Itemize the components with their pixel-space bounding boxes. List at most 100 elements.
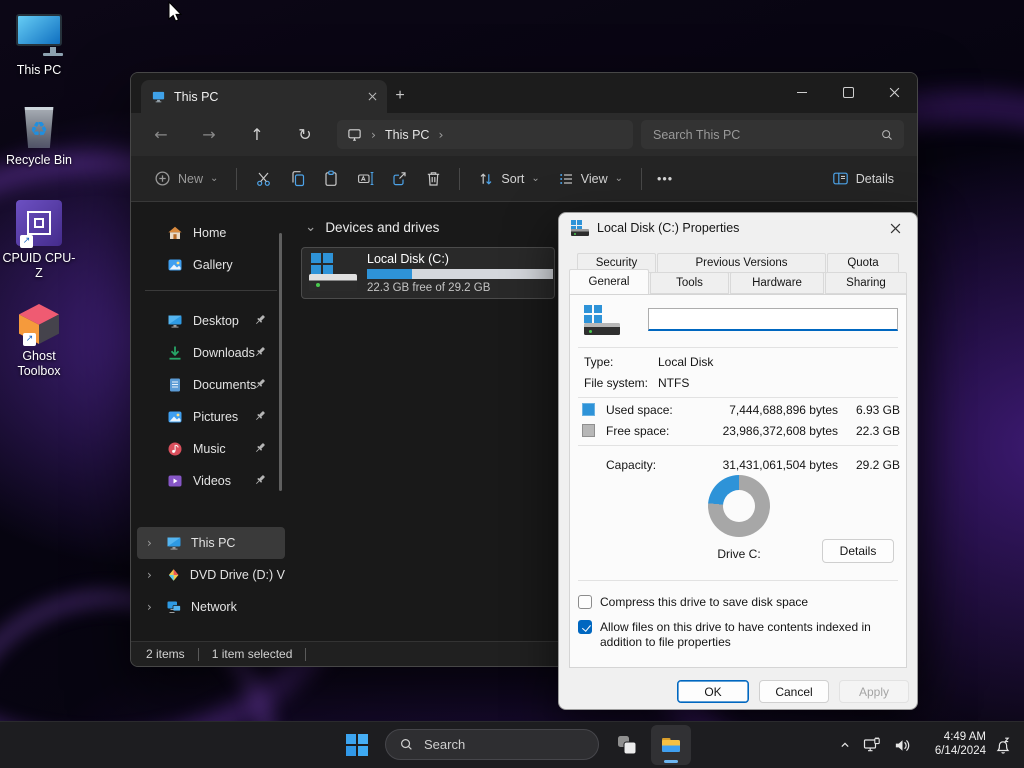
sidebar-item-pictures[interactable]: Pictures xyxy=(131,401,291,433)
dialog-close-button[interactable] xyxy=(873,213,917,243)
explorer-sidebar: Home Gallery Desktop xyxy=(131,203,291,642)
refresh-button[interactable]: ↻ xyxy=(289,119,321,149)
dialog-titlebar[interactable]: Local Disk (C:) Properties xyxy=(559,213,917,243)
home-icon xyxy=(167,225,183,241)
chevron-right-icon: › xyxy=(438,127,443,142)
copy-button[interactable] xyxy=(280,162,314,196)
sidebar-item-network[interactable]: › Network xyxy=(137,591,285,623)
properties-dialog: Local Disk (C:) Properties Security Prev… xyxy=(558,212,918,710)
sidebar-item-desktop[interactable]: Desktop xyxy=(131,305,291,337)
filesystem-label: File system: xyxy=(584,376,648,390)
details-pane-button[interactable]: Details xyxy=(823,162,903,196)
tab-sharing[interactable]: Sharing xyxy=(825,272,907,294)
local-disk-c-item[interactable]: Local Disk (C:) 22.3 GB free of 29.2 GB xyxy=(301,247,555,299)
separator xyxy=(578,580,898,581)
desktop-icon-this-pc[interactable]: This PC xyxy=(0,8,78,78)
tab-tools[interactable]: Tools xyxy=(650,272,729,294)
sidebar-item-home[interactable]: Home xyxy=(131,217,291,249)
notification-bell-button[interactable] xyxy=(988,730,1018,760)
chevron-right-icon[interactable]: › xyxy=(147,600,157,614)
explorer-titlebar[interactable]: This PC + xyxy=(131,73,917,113)
checkbox-unchecked[interactable] xyxy=(578,595,592,609)
section-header-devices[interactable]: ⌄ Devices and drives xyxy=(305,219,557,235)
sidebar-item-documents[interactable]: Documents xyxy=(131,369,291,401)
plus-circle-icon xyxy=(154,170,171,187)
tab-quota[interactable]: Quota xyxy=(827,253,899,273)
tab-close-icon[interactable] xyxy=(368,92,377,101)
drive-usage-bar xyxy=(367,269,553,279)
chevron-down-icon[interactable]: ⌄ xyxy=(305,219,316,235)
minimize-icon xyxy=(797,92,807,93)
paste-icon xyxy=(323,170,340,187)
capacity-size: 29.2 GB xyxy=(842,458,900,472)
desktop: This PC ♻ Recycle Bin ↗ CPUID CPU-Z ↗ Gh… xyxy=(0,0,1024,768)
volume-tray-button[interactable] xyxy=(888,730,916,760)
share-button[interactable] xyxy=(382,162,416,196)
task-view-button[interactable] xyxy=(607,725,647,765)
sidebar-label: This PC xyxy=(191,536,235,550)
sidebar-item-gallery[interactable]: Gallery xyxy=(131,249,291,281)
desktop-icon-cpuz[interactable]: ↗ CPUID CPU-Z xyxy=(0,196,78,281)
desktop-icon-ghost-toolbox[interactable]: ↗ Ghost Toolbox xyxy=(0,294,78,379)
tab-hardware[interactable]: Hardware xyxy=(730,272,824,294)
taskbar-search[interactable]: Search xyxy=(385,729,599,760)
chevron-down-icon: ⌄ xyxy=(615,173,623,184)
details-button[interactable]: Details xyxy=(822,539,894,563)
sidebar-item-dvd-drive[interactable]: › DVD Drive (D:) V xyxy=(137,559,285,591)
sidebar-scrollbar[interactable] xyxy=(279,233,282,491)
apply-button[interactable]: Apply xyxy=(839,680,909,703)
compress-checkbox-row[interactable]: Compress this drive to save disk space xyxy=(578,595,808,610)
up-button[interactable]: ↑ xyxy=(241,119,273,149)
taskbar-clock[interactable]: 4:49 AM 6/14/2024 xyxy=(916,730,986,760)
minimize-button[interactable] xyxy=(779,73,825,111)
this-pc-icon xyxy=(0,8,78,58)
selected-count: 1 item selected xyxy=(212,647,293,661)
section-header-label: Devices and drives xyxy=(325,220,439,235)
checkbox-checked[interactable] xyxy=(578,620,592,634)
gallery-icon xyxy=(167,257,183,273)
tray-overflow-button[interactable] xyxy=(832,730,858,760)
sidebar-item-music[interactable]: Music xyxy=(131,433,291,465)
task-view-icon xyxy=(616,734,638,756)
cut-button[interactable] xyxy=(246,162,280,196)
search-box[interactable] xyxy=(641,120,904,149)
desktop-icon-recycle-bin[interactable]: ♻ Recycle Bin xyxy=(0,98,78,168)
dialog-title: Local Disk (C:) Properties xyxy=(597,221,865,235)
back-button[interactable]: ← xyxy=(145,119,177,149)
more-options-button[interactable]: ••• xyxy=(651,162,679,196)
new-tab-button[interactable]: + xyxy=(387,83,413,109)
shortcut-arrow-icon: ↗ xyxy=(20,235,33,248)
index-checkbox-row[interactable]: Allow files on this drive to have conten… xyxy=(578,620,898,649)
tab-previous-versions[interactable]: Previous Versions xyxy=(657,253,826,273)
ok-button[interactable]: OK xyxy=(677,680,749,703)
chevron-right-icon[interactable]: › xyxy=(147,568,157,582)
sidebar-item-videos[interactable]: Videos xyxy=(131,465,291,497)
sidebar-item-downloads[interactable]: Downloads xyxy=(131,337,291,369)
desktop-icon-label: Recycle Bin xyxy=(0,153,78,168)
sidebar-item-this-pc[interactable]: › This PC xyxy=(137,527,285,559)
volume-label-input[interactable] xyxy=(648,308,898,331)
sort-button[interactable]: Sort ⌄ xyxy=(469,162,548,196)
start-button[interactable] xyxy=(337,725,377,765)
view-button[interactable]: View ⌄ xyxy=(549,162,632,196)
rename-button[interactable] xyxy=(348,162,382,196)
tab-general[interactable]: General xyxy=(569,269,649,294)
paste-button[interactable] xyxy=(314,162,348,196)
search-input[interactable] xyxy=(651,127,880,143)
chevron-right-icon[interactable]: › xyxy=(147,536,157,550)
music-icon xyxy=(167,441,183,457)
breadcrumb-this-pc[interactable]: This PC xyxy=(385,128,429,142)
explorer-tab[interactable]: This PC xyxy=(141,80,387,113)
this-pc-tab-icon xyxy=(151,89,166,104)
cancel-button[interactable]: Cancel xyxy=(759,680,829,703)
network-tray-button[interactable] xyxy=(858,730,886,760)
forward-button[interactable]: → xyxy=(193,119,225,149)
delete-button[interactable] xyxy=(416,162,450,196)
breadcrumb[interactable]: › This PC › xyxy=(337,120,633,149)
file-explorer-taskbar-button[interactable] xyxy=(651,725,691,765)
drive-name: Local Disk (C:) xyxy=(367,252,547,266)
maximize-button[interactable] xyxy=(825,73,871,111)
close-button[interactable] xyxy=(871,73,917,111)
new-button[interactable]: New ⌄ xyxy=(145,162,227,196)
used-space-size: 6.93 GB xyxy=(842,403,900,417)
